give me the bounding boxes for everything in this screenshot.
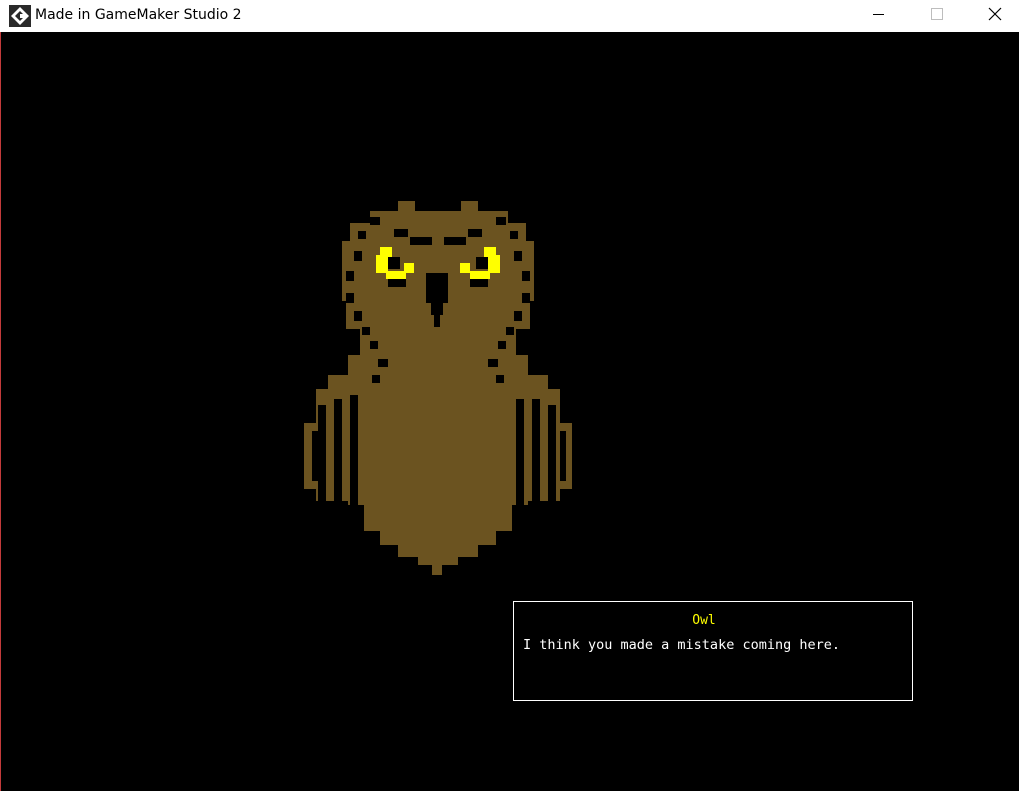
window-titlebar: Made in GameMaker Studio 2 [0,0,1019,32]
close-icon [988,7,1002,21]
dialog-box[interactable]: Owl I think you made a mistake coming he… [513,601,913,701]
gamemaker-logo-icon [9,5,31,27]
window-title: Made in GameMaker Studio 2 [35,7,242,23]
maximize-button[interactable] [907,0,965,32]
dialog-speaker-name: Owl [692,613,716,628]
owl-sprite [304,201,572,575]
close-button[interactable] [966,0,1019,32]
maximize-icon [931,8,943,20]
minimize-button[interactable] [850,0,908,32]
dialog-text: I think you made a mistake coming here. [523,637,840,653]
window-border [0,32,1,791]
minimize-icon [873,14,884,15]
